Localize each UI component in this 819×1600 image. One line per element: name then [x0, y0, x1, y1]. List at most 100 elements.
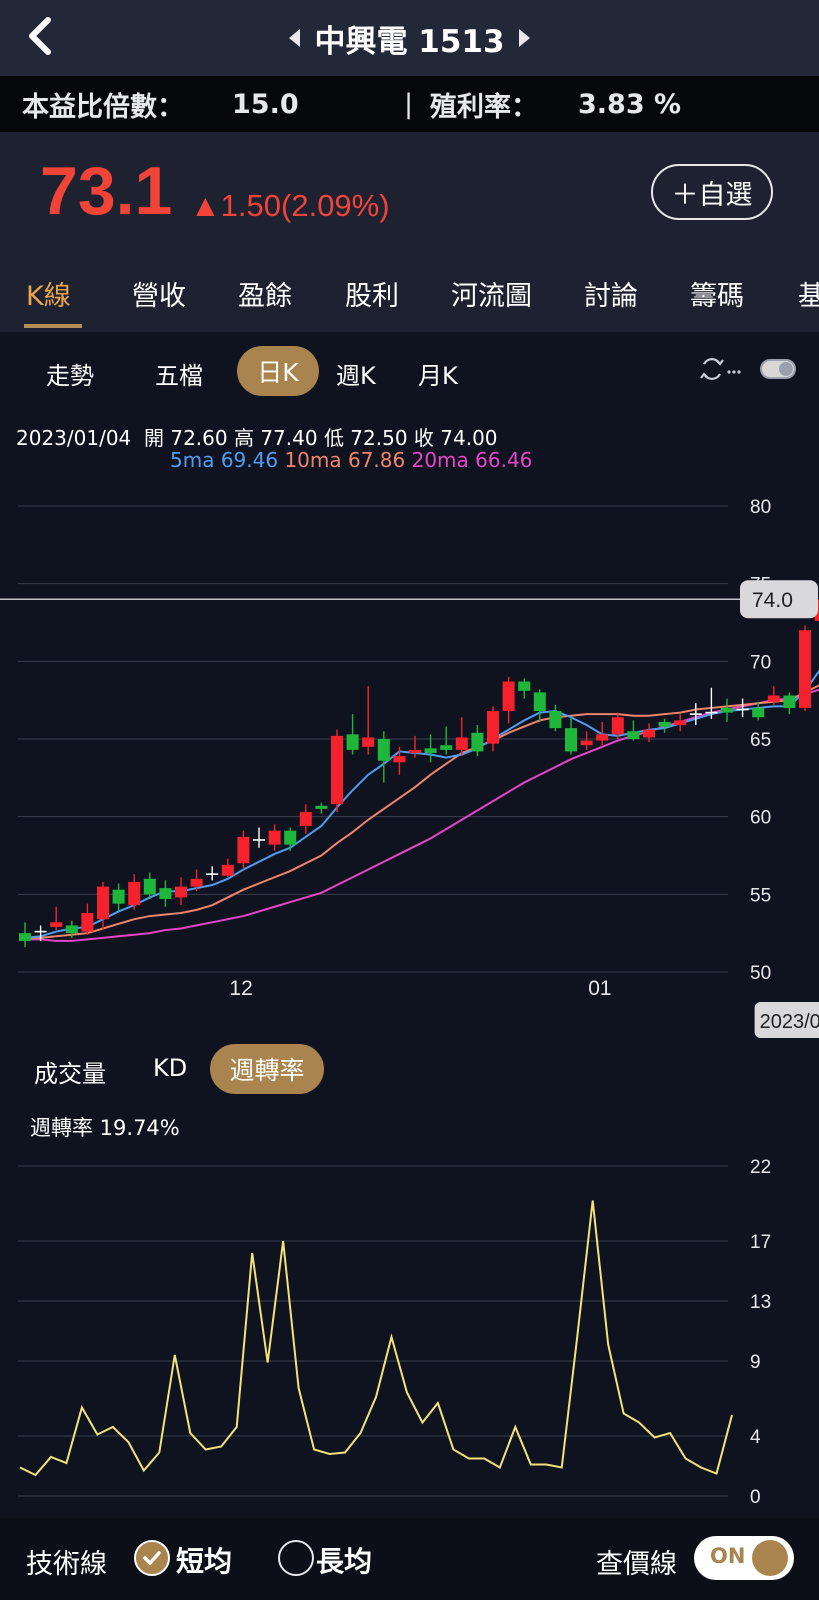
stock-title: 中興電 1513 — [314, 23, 505, 60]
cursor-date-label: 2023/01/04 — [760, 1011, 819, 1033]
ohlc-values: 開 72.60 高 77.40 低 72.50 收 74.00 — [144, 426, 498, 450]
indtab-volume[interactable]: 成交量 — [34, 1054, 106, 1089]
candle-body — [596, 734, 609, 741]
candle-body — [767, 695, 780, 702]
tab-earnings[interactable]: 盈餘 — [238, 274, 292, 313]
candle-body — [346, 734, 359, 750]
price-tick-label: 70 — [750, 652, 771, 673]
candle-body — [502, 681, 515, 712]
candle-body — [50, 922, 63, 927]
candle-body — [799, 630, 811, 708]
candle-body — [440, 745, 453, 750]
subtab-weekly-k[interactable]: 週K — [336, 356, 376, 391]
pe-value: 15.0 — [232, 88, 299, 120]
subtab-trend[interactable]: 走勢 — [46, 356, 94, 391]
info-bar: 本益比倍數： 15.0 | 殖利率： 3.83 % — [0, 76, 819, 132]
indicator-tabs: 成交量 KD 週轉率 — [0, 1040, 819, 1110]
tab-discussion[interactable]: 討論 — [584, 274, 638, 313]
tab-fundamentals[interactable]: 基 — [798, 274, 819, 313]
cursor-price-label: 74.0 — [752, 589, 793, 612]
add-watchlist-button[interactable]: ＋自選 — [651, 164, 773, 220]
chart-period-tabs: 走勢 五檔 日K 週K 月K — [0, 332, 819, 410]
turnover-tick-label: 4 — [750, 1427, 761, 1448]
pe-label: 本益比倍數： — [22, 91, 184, 123]
active-tab-indicator — [24, 324, 82, 328]
turnover-tick-label: 9 — [750, 1352, 761, 1373]
ohlc-readout: 2023/01/04 開 72.60 高 77.40 低 72.50 收 74.… — [16, 422, 498, 451]
yield-label: 殖利率： — [430, 91, 538, 123]
price-tick-label: 80 — [750, 497, 771, 518]
ma10-value: 10ma 67.86 — [284, 448, 406, 472]
candle-body — [518, 681, 531, 691]
indtab-turnover[interactable]: 週轉率 — [210, 1044, 324, 1094]
candle-body — [565, 728, 577, 752]
title-group: 中興電 1513 — [0, 0, 819, 76]
bottom-bar: 技術線 短均 長均 查價線 ON — [0, 1518, 819, 1600]
long-avg-radio[interactable] — [278, 1540, 314, 1576]
candle-body — [487, 711, 499, 744]
x-axis-label: 12 — [229, 977, 252, 1000]
indtab-kd[interactable]: KD — [153, 1054, 187, 1082]
candle-body — [81, 912, 94, 932]
candlestick-chart[interactable]: 80757065605550120174.02023/01/04 — [0, 480, 819, 1040]
toggle-knob — [752, 1540, 788, 1576]
price-tick-label: 60 — [750, 808, 771, 829]
short-avg-radio[interactable] — [134, 1540, 170, 1576]
chart-settings-toggle[interactable] — [760, 359, 796, 379]
last-price: 73.1 — [40, 153, 173, 229]
candle-body — [128, 881, 141, 906]
candle-body — [159, 888, 172, 899]
price-line-toggle[interactable]: ON — [694, 1536, 794, 1580]
candle-body — [190, 878, 203, 887]
ma20-line — [25, 688, 819, 942]
candle-body — [97, 886, 109, 920]
candle-body — [377, 739, 390, 761]
subtab-monthly-k[interactable]: 月K — [418, 356, 458, 391]
candle-body — [315, 805, 328, 809]
candle-body — [471, 732, 484, 752]
price-change: ▲1.50(2.09%) — [190, 188, 390, 223]
price-tick-label: 50 — [750, 963, 771, 984]
tab-chips[interactable]: 籌碼 — [690, 274, 744, 313]
toggle-knob — [779, 362, 793, 376]
turnover-tick-label: 0 — [750, 1487, 761, 1508]
triangle-right-icon[interactable] — [518, 29, 530, 47]
price-tick-label: 65 — [750, 730, 771, 751]
ma20-value: 20ma 66.46 — [411, 448, 533, 472]
info-separator: | — [404, 88, 414, 120]
turnover-chart[interactable]: 22 17 13 9 4 0 — [0, 1140, 819, 1518]
main-tabs: K線 營收 盈餘 股利 河流圖 討論 籌碼 基 — [0, 260, 819, 332]
tab-dividend[interactable]: 股利 — [345, 274, 399, 313]
check-icon — [143, 1551, 161, 1565]
refresh-icon[interactable] — [696, 352, 746, 386]
ohlc-date: 2023/01/04 — [16, 426, 132, 450]
candle-body — [721, 707, 733, 713]
candle-body — [362, 737, 375, 747]
price-bar: 73.1 ▲1.50(2.09%) ＋自選 — [0, 132, 819, 260]
candle-body — [19, 933, 31, 941]
candle-body — [221, 864, 234, 876]
candle-body — [393, 756, 406, 763]
short-avg-label[interactable]: 短均 — [176, 1540, 232, 1580]
candle-body — [643, 729, 655, 738]
subtab-order-book[interactable]: 五檔 — [155, 356, 203, 391]
triangle-left-icon[interactable] — [289, 29, 301, 47]
candle-body — [611, 717, 624, 735]
candle-body — [752, 707, 765, 718]
candle-body — [284, 830, 297, 845]
candle-body — [331, 735, 343, 805]
candle-body — [112, 889, 125, 904]
candle-body — [658, 721, 671, 727]
candle-body — [533, 692, 546, 712]
ma5-value: 5ma 69.46 — [170, 448, 279, 472]
tab-revenue[interactable]: 營收 — [132, 274, 186, 313]
tab-river-chart[interactable]: 河流圖 — [451, 274, 532, 313]
candle-body — [299, 812, 312, 826]
tab-kline[interactable]: K線 — [26, 274, 71, 313]
long-avg-label[interactable]: 長均 — [316, 1540, 372, 1580]
turnover-readout: 週轉率 19.74% — [30, 1116, 180, 1140]
price-line-label: 查價線 — [596, 1549, 677, 1580]
candle-body — [549, 711, 562, 729]
subtab-daily-k[interactable]: 日K — [237, 346, 319, 396]
candle-body — [674, 720, 687, 726]
